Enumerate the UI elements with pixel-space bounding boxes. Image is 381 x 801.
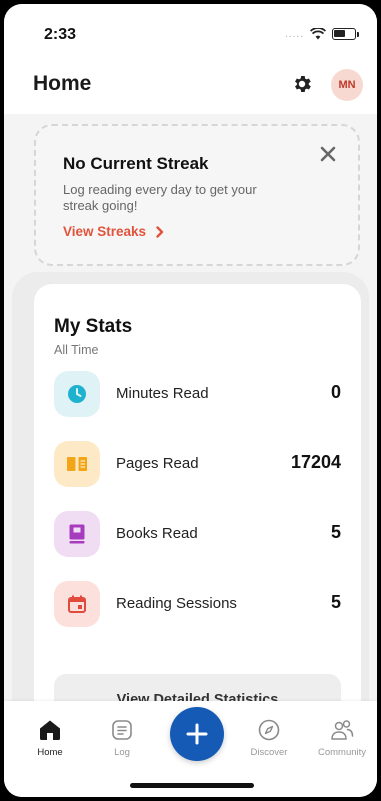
- home-icon: [40, 720, 60, 740]
- nav-item-home[interactable]: Home: [18, 719, 82, 758]
- gear-icon[interactable]: [291, 73, 313, 95]
- stat-icon-bg: [54, 511, 100, 557]
- nav-label: Community: [317, 747, 367, 758]
- nav-label: Home: [37, 747, 63, 758]
- log-icon: [112, 720, 132, 740]
- stat-icon-bg: [54, 371, 100, 417]
- close-icon[interactable]: [320, 146, 336, 162]
- stat-value: 17204: [290, 452, 341, 472]
- add-button[interactable]: [170, 707, 224, 761]
- plus-icon: [186, 723, 208, 745]
- stats-card: My Stats All Time Minutes Read 0 Pages R…: [34, 284, 361, 734]
- chevron-right-icon: [156, 225, 164, 238]
- book-open-icon: [67, 457, 87, 471]
- stat-icon-bg: [54, 581, 100, 627]
- stat-row-minutes[interactable]: Minutes Read 0: [54, 371, 341, 417]
- stats-subtitle: All Time: [54, 343, 99, 357]
- book-icon: [69, 524, 85, 544]
- view-streaks-label: View Streaks: [63, 224, 147, 239]
- page-title: Home: [33, 72, 92, 95]
- streak-title: No Current Streak: [63, 154, 209, 173]
- avatar[interactable]: MN: [331, 69, 363, 101]
- calendar-icon: [68, 595, 86, 613]
- stat-label: Reading Sessions: [116, 595, 237, 612]
- stat-label: Minutes Read: [116, 385, 209, 402]
- compass-icon: [258, 719, 280, 741]
- stat-label: Books Read: [116, 525, 198, 542]
- clock-icon: [68, 385, 86, 403]
- stat-row-sessions[interactable]: Reading Sessions 5: [54, 581, 341, 627]
- stat-value: 0: [330, 382, 341, 402]
- battery-icon: [332, 28, 356, 40]
- status-time: 2:33: [44, 26, 77, 43]
- streak-description: Log reading every day to get your streak…: [63, 182, 257, 213]
- nav-item-community[interactable]: Community: [310, 719, 374, 758]
- stat-row-books[interactable]: Books Read 5: [54, 511, 341, 557]
- home-indicator: [130, 783, 254, 788]
- nav-label: Discover: [250, 747, 288, 758]
- community-icon: [331, 720, 354, 740]
- streak-card: No Current Streak Log reading every day …: [34, 124, 360, 266]
- battery-cap: [357, 31, 359, 37]
- nav-item-discover[interactable]: Discover: [237, 719, 301, 758]
- phone-screen: 2:33 ..... Home MN No Current Streak Log…: [4, 4, 377, 797]
- status-indicators: .....: [285, 28, 359, 40]
- signal-dots: .....: [285, 28, 304, 40]
- stats-title: My Stats: [54, 316, 133, 337]
- top-bar: 2:33 ..... Home MN: [4, 4, 377, 114]
- nav-label: Log: [114, 747, 130, 758]
- stat-label: Pages Read: [116, 455, 199, 472]
- wifi-icon: [310, 28, 326, 40]
- stat-value: 5: [330, 522, 341, 542]
- stat-row-pages[interactable]: Pages Read 17204: [54, 441, 341, 487]
- stat-icon-bg: [54, 441, 100, 487]
- nav-item-log[interactable]: Log: [90, 719, 154, 758]
- stat-value: 5: [330, 592, 341, 612]
- view-streaks-link[interactable]: View Streaks: [63, 224, 164, 239]
